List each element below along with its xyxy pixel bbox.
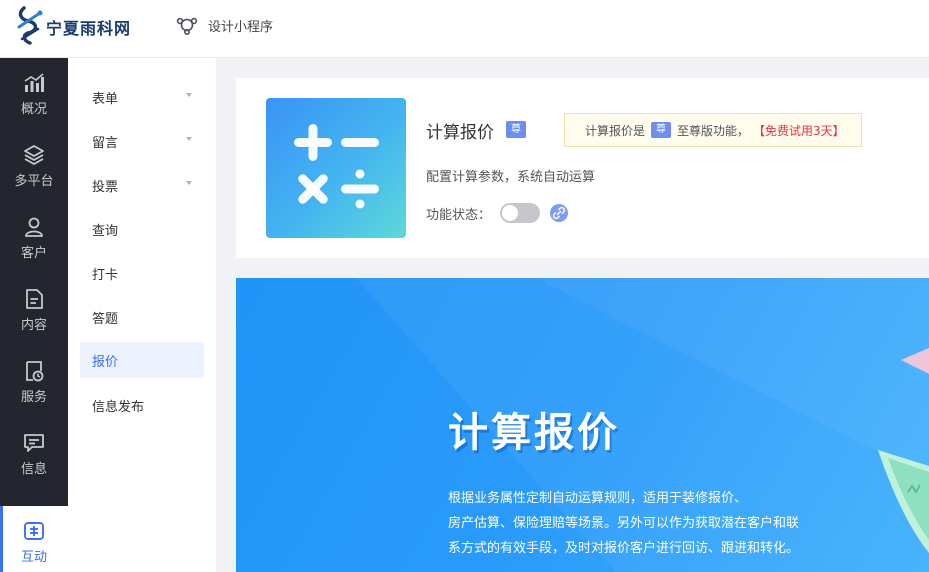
submenu-item-comments[interactable]: 留言 [80, 123, 204, 159]
tip-prefix: 计算报价是 [585, 123, 646, 138]
site-logo[interactable]: 宁夏雨科网 [16, 5, 136, 45]
rail-item-label: 内容 [20, 317, 47, 333]
banner-desc-line: 根据业务属性定制自动运算规则，适用于装修报价、 [448, 491, 748, 506]
design-mini-program-link[interactable]: 设计小程序 [176, 14, 273, 36]
banner-desc-line: 系方式的有效手段，及时对报价客户进行回访、跟进和转化。 [448, 541, 800, 556]
submenu-item-label: 信息发布 [92, 399, 145, 415]
submenu-item-vote[interactable]: 投票 [80, 167, 204, 203]
chevron-down-icon [186, 137, 192, 141]
feature-status-toggle[interactable] [500, 203, 540, 223]
feature-info-card: 计算报价 尊 计算报价是 尊 至尊版功能， 【免费试用3天】 配置计算参数，系统… [236, 78, 929, 258]
service-icon [26, 360, 44, 381]
submenu-item-query[interactable]: 查询 [80, 211, 204, 247]
rail-item-services[interactable]: 服务 [0, 346, 68, 418]
premium-tip: 计算报价是 尊 至尊版功能， 【免费试用3天】 [564, 113, 862, 147]
rail-item-customers[interactable]: 客户 [0, 202, 68, 274]
rail-item-multiplatform[interactable]: 多平台 [0, 130, 68, 202]
submenu-item-quiz[interactable]: 答题 [80, 299, 204, 335]
chain-link-icon [552, 206, 566, 220]
banner-title: 计算报价 [448, 410, 620, 456]
rail-item-content[interactable]: 内容 [0, 274, 68, 346]
rail-item-label: 互动 [20, 549, 47, 565]
rail-item-interaction[interactable]: 互动 [0, 506, 68, 572]
rail-item-label: 概况 [20, 101, 47, 117]
rail-item-label: 信息 [20, 461, 47, 477]
main-nav-rail: 概况 多平台 客户 内容 服务 信息 互动 [0, 58, 68, 572]
rail-item-label: 多平台 [14, 173, 54, 189]
rail-item-messages[interactable]: 信息 [0, 418, 68, 490]
submenu-item-quote[interactable]: 报价 [80, 342, 204, 378]
calculator-symbols-icon [294, 124, 379, 209]
feature-status-label: 功能状态： [426, 208, 492, 223]
tip-suffix: 至尊版功能， [677, 123, 750, 138]
submenu-item-label: 查询 [92, 223, 119, 239]
feature-banner: 计算报价 根据业务属性定制自动运算规则，适用于装修报价、 房产估算、保险理赔等场… [236, 278, 929, 572]
feature-image [266, 98, 406, 238]
rail-item-overview[interactable]: 概况 [0, 58, 68, 130]
submenu-item-info-publish[interactable]: 信息发布 [80, 387, 204, 423]
submenu-item-label: 打卡 [92, 267, 119, 283]
submenu-item-label: 表单 [92, 91, 119, 107]
sub-menu: 表单 留言 投票 查询 打卡 答题 报价 信息发布 [68, 58, 216, 572]
free-trial-link[interactable]: 【免费试用3天】 [753, 122, 845, 139]
submenu-item-label: 留言 [92, 135, 119, 151]
mini-program-icon [176, 17, 198, 35]
logo-mark-icon [17, 6, 43, 45]
submenu-item-label: 报价 [92, 354, 119, 370]
rail-item-label: 服务 [20, 389, 47, 405]
submenu-item-checkin[interactable]: 打卡 [80, 255, 204, 291]
user-icon [25, 217, 43, 237]
submenu-item-label: 投票 [92, 179, 119, 195]
tip-premium-badge: 尊 [651, 122, 672, 138]
chart-bar-icon [24, 72, 44, 92]
chevron-down-icon [186, 93, 192, 97]
banner-description: 根据业务属性定制自动运算规则，适用于装修报价、 房产估算、保险理赔等场景。另外可… [448, 486, 848, 561]
feature-title: 计算报价 [426, 123, 494, 143]
mini-program-label: 设计小程序 [208, 19, 274, 35]
submenu-item-label: 答题 [92, 311, 119, 327]
message-icon [24, 433, 44, 452]
banner-desc-line: 房产估算、保险理赔等场景。另外可以作为获取潜在客户和联 [448, 516, 800, 531]
link-icon[interactable] [550, 204, 568, 222]
feature-description: 配置计算参数，系统自动运算 [426, 170, 596, 185]
interaction-icon [24, 521, 44, 540]
submenu-item-form[interactable]: 表单 [80, 79, 204, 115]
document-icon [26, 288, 43, 309]
premium-badge: 尊 [506, 121, 526, 138]
rail-item-label: 客户 [20, 245, 47, 261]
top-header: 宁夏雨科网 设计小程序 [0, 0, 929, 58]
site-name: 宁夏雨科网 [46, 19, 132, 38]
layers-icon [24, 144, 44, 165]
chevron-down-icon [186, 181, 192, 185]
